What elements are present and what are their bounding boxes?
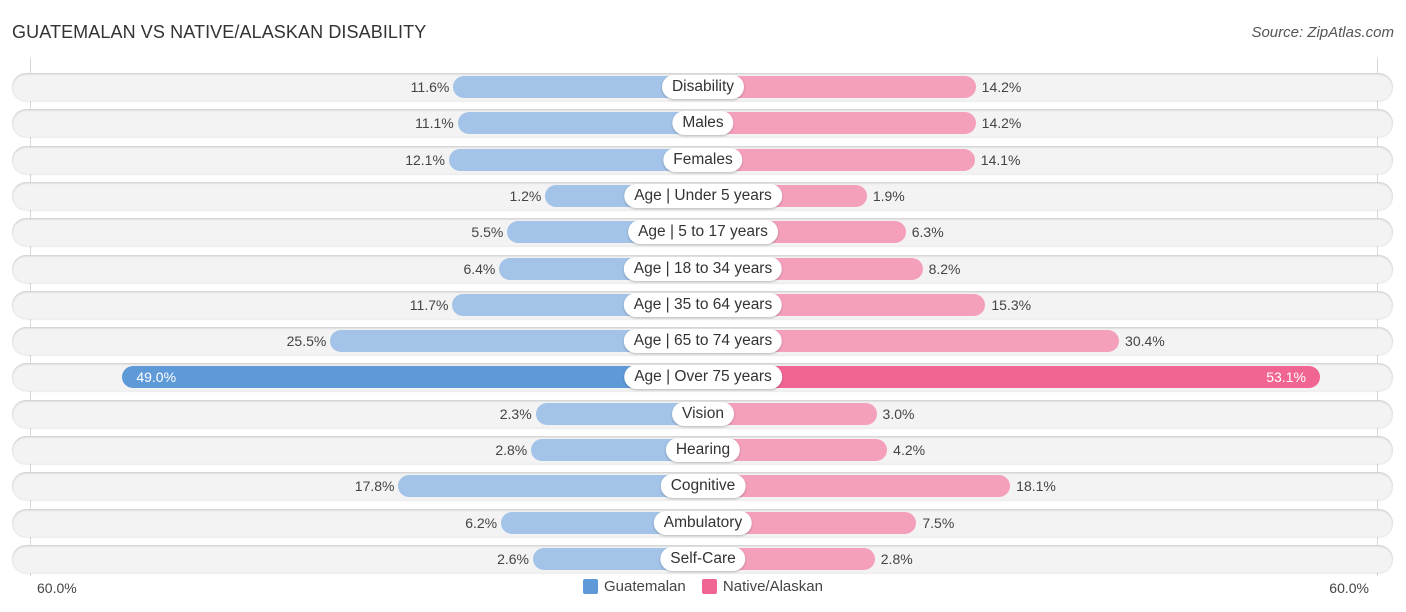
- value-native-alaskan-age-under-5-years: 1.9%: [872, 187, 905, 204]
- value-native-alaskan-ambulatory: 7.5%: [922, 514, 955, 531]
- value-guatemalan-age-under-5-years: 1.2%: [509, 187, 542, 204]
- value-guatemalan-age-18-to-34-years: 6.4%: [463, 260, 496, 277]
- value-native-alaskan-females: 14.1%: [980, 151, 1021, 168]
- value-guatemalan-self-care: 2.6%: [497, 550, 529, 567]
- category-label-males: Males: [672, 111, 734, 136]
- category-label-age-35-to-64-years: Age | 35 to 64 years: [623, 292, 783, 317]
- value-guatemalan-disability: 11.6%: [410, 79, 450, 95]
- legend: Guatemalan Native/Alaskan: [0, 578, 1406, 598]
- category-label-ambulatory: Ambulatory: [653, 510, 753, 535]
- value-native-alaskan-age-18-to-34-years: 8.2%: [928, 260, 961, 277]
- legend-label-guatemalan: Guatemalan: [604, 578, 686, 595]
- legend-label-native-alaskan: Native/Alaskan: [722, 578, 823, 595]
- source-label: Source: ZipAtlas.com: [1251, 24, 1394, 41]
- category-label-hearing: Hearing: [665, 438, 741, 462]
- category-label-age-5-to-17-years: Age | 5 to 17 years: [628, 220, 778, 245]
- value-native-alaskan-age-35-to-64-years: 15.3%: [991, 296, 1032, 313]
- bar-native-alaskan-females[interactable]: [703, 148, 975, 171]
- category-label-cognitive: Cognitive: [660, 474, 746, 499]
- category-label-age-18-to-34-years: Age | 18 to 34 years: [623, 256, 783, 281]
- value-guatemalan-cognitive: 17.8%: [354, 478, 395, 495]
- category-label-disability: Disability: [661, 75, 745, 99]
- value-native-alaskan-cognitive: 18.1%: [1016, 478, 1056, 495]
- category-label-self-care: Self-Care: [660, 546, 746, 571]
- category-label-age-over-75-years: Age | Over 75 years: [624, 365, 782, 390]
- value-native-alaskan-age-5-to-17-years: 6.3%: [911, 224, 944, 241]
- chart-title: GUATEMALAN VS NATIVE/ALASKAN DISABILITY: [12, 22, 427, 42]
- value-guatemalan-hearing: 2.8%: [495, 442, 528, 458]
- value-native-alaskan-age-over-75-years: 53.1%: [1266, 369, 1306, 386]
- bar-native-alaskan-age-over-75-years[interactable]: [703, 366, 1320, 389]
- value-guatemalan-vision: 2.3%: [499, 405, 532, 422]
- bar-native-alaskan-males[interactable]: [703, 112, 976, 135]
- legend-item-native-alaskan[interactable]: Native/Alaskan: [701, 578, 823, 595]
- category-label-females: Females: [663, 147, 743, 172]
- legend-item-guatemalan[interactable]: Guatemalan: [583, 578, 686, 595]
- category-label-age-65-to-74-years: Age | 65 to 74 years: [623, 329, 783, 354]
- value-guatemalan-age-5-to-17-years: 5.5%: [471, 224, 504, 241]
- value-guatemalan-age-over-75-years: 49.0%: [136, 369, 177, 386]
- value-guatemalan-ambulatory: 6.2%: [465, 514, 498, 531]
- value-guatemalan-age-65-to-74-years: 25.5%: [286, 333, 327, 350]
- value-guatemalan-age-35-to-64-years: 11.7%: [409, 296, 449, 313]
- legend-swatch-native-alaskan: [701, 579, 717, 594]
- category-label-age-under-5-years: Age | Under 5 years: [624, 183, 782, 208]
- value-guatemalan-females: 12.1%: [405, 151, 445, 168]
- value-guatemalan-males: 11.1%: [415, 115, 454, 132]
- value-native-alaskan-vision: 3.0%: [882, 405, 915, 422]
- value-native-alaskan-males: 14.2%: [981, 115, 1022, 132]
- bar-native-alaskan-cognitive[interactable]: [703, 475, 1011, 498]
- bar-guatemalan-males[interactable]: [457, 112, 703, 135]
- bar-guatemalan-age-over-75-years[interactable]: [122, 366, 703, 389]
- value-native-alaskan-age-65-to-74-years: 30.4%: [1125, 333, 1165, 350]
- value-native-alaskan-self-care: 2.8%: [880, 550, 913, 567]
- legend-swatch-guatemalan: [583, 579, 599, 594]
- value-native-alaskan-hearing: 4.2%: [893, 442, 926, 458]
- bar-guatemalan-cognitive[interactable]: [398, 475, 703, 498]
- category-label-vision: Vision: [672, 401, 734, 426]
- value-native-alaskan-disability: 14.2%: [981, 79, 1022, 95]
